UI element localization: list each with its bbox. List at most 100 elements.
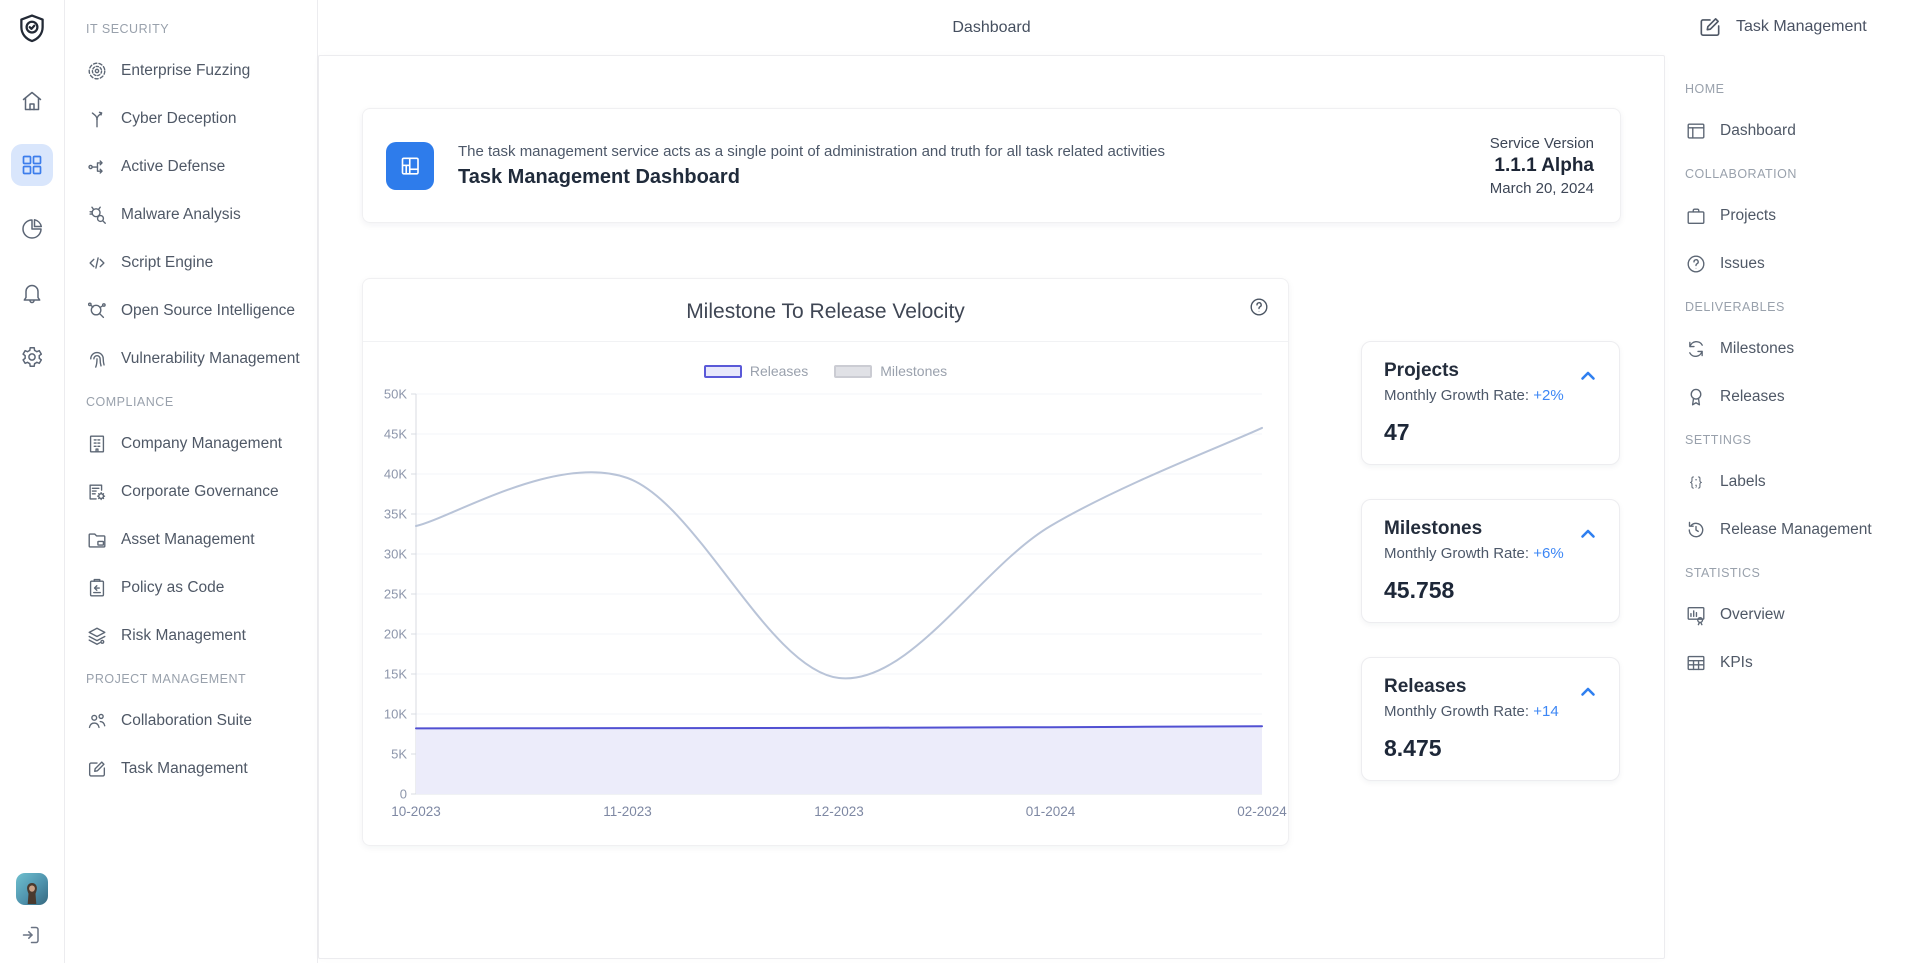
legend-item-releases[interactable]: Releases [704,363,808,379]
section-header: DELIVERABLES [1685,300,1912,314]
x-axis-tick-label: 10-2023 [391,804,441,819]
rail-bell-icon[interactable] [11,272,53,314]
growth-value: +14 [1533,703,1558,720]
sidebar-item-issues[interactable]: Issues [1685,252,1912,276]
chart-legend: Releases Milestones [363,363,1288,379]
sidebar-item-labels[interactable]: {;}Labels [1685,470,1912,494]
task-edit-icon [86,758,108,780]
y-axis-tick-label: 45K [384,427,407,442]
stat-card-value: 8.475 [1384,735,1599,762]
help-icon[interactable] [1248,296,1270,318]
legend-swatch [834,365,872,378]
sidebar-item-risk-management[interactable]: Risk Management [86,624,307,648]
nav-section-project-management: PROJECT MANAGEMENT Collaboration Suite Tas… [86,672,307,781]
rail-home-icon[interactable] [11,80,53,122]
sidebar-item-label: Enterprise Fuzzing [121,62,250,80]
sidebar-item-collaboration-suite[interactable]: Collaboration Suite [86,709,307,733]
svg-text:{;}: {;} [1690,474,1703,489]
table-icon [1685,652,1707,674]
sidebar-item-label: Open Source Intelligence [121,302,295,320]
rail-apps-icon[interactable] [11,144,53,186]
legend-item-milestones[interactable]: Milestones [834,363,947,379]
center-column: Dashboard The task management service ac… [318,0,1665,963]
sidebar-item-label: Milestones [1720,340,1794,358]
banner-title: Task Management Dashboard [458,166,1165,189]
stat-card-title: Milestones [1384,518,1599,540]
help-circle-icon [1685,253,1707,275]
sidebar-item-kpis[interactable]: KPIs [1685,651,1912,675]
chevron-up-icon[interactable] [1576,522,1600,546]
sidebar-item-cyber-deception[interactable]: Cyber Deception [86,107,307,131]
right-sidebar-header: Task Management [1697,14,1912,40]
sidebar-item-corporate-governance[interactable]: Corporate Governance [86,480,307,504]
sidebar-item-enterprise-fuzzing[interactable]: Enterprise Fuzzing [86,59,307,83]
sidebar-item-label: Releases [1720,388,1785,406]
dashboard-layout-icon [386,142,434,190]
sidebar-item-label: Vulnerability Management [121,350,300,368]
sidebar-item-overview[interactable]: Overview [1685,603,1912,627]
user-avatar[interactable] [16,873,48,905]
stat-card-title: Releases [1384,676,1599,698]
x-axis-tick-label: 11-2023 [603,804,652,819]
branch-icon [86,108,108,130]
legend-label: Milestones [880,363,947,379]
y-axis-tick-label: 30K [384,547,407,562]
route-icon [86,156,108,178]
sidebar-item-dashboard[interactable]: Dashboard [1685,119,1912,143]
rail-pie-icon[interactable] [11,208,53,250]
page-title: Dashboard [952,19,1030,37]
sidebar-item-label: KPIs [1720,654,1753,672]
sidebar-item-active-defense[interactable]: Active Defense [86,155,307,179]
sidebar-item-open-source-intelligence[interactable]: Open Source Intelligence [86,299,307,323]
sidebar-item-company-management[interactable]: Company Management [86,432,307,456]
service-version-block: Service Version 1.1.1 Alpha March 20, 20… [1490,135,1594,197]
sidebar-item-releases[interactable]: Releases [1685,385,1912,409]
chevron-up-icon[interactable] [1576,680,1600,704]
icon-rail [0,0,65,963]
rail-gear-icon[interactable] [11,336,53,378]
y-axis-tick-label: 25K [384,587,407,602]
sidebar-item-projects[interactable]: Projects [1685,204,1912,228]
sidebar-item-label: Projects [1720,207,1776,225]
sidebar-item-script-engine[interactable]: Script Engine [86,251,307,275]
sidebar-item-label: Dashboard [1720,122,1796,140]
x-axis-tick-label: 02-2024 [1237,804,1287,819]
clipboard-icon [86,577,108,599]
banner-description: The task management service acts as a si… [458,143,1165,160]
left-sidebar: IT SECURITYEnterprise FuzzingCyber Decep… [65,0,318,963]
nav-section-compliance: COMPLIANCECompany ManagementCorporate Go… [86,395,307,648]
stat-card-growth: Monthly Growth Rate: +2% [1384,387,1599,404]
rail-nav [11,80,53,378]
sidebar-item-release-management[interactable]: Release Management [1685,518,1912,542]
folder-icon [86,529,108,551]
window-icon [1685,120,1707,142]
sidebar-item-label: Overview [1720,606,1785,624]
legend-label: Releases [750,363,808,379]
x-axis-tick-label: 12-2023 [814,804,864,819]
sign-in-icon[interactable] [19,923,45,949]
nav-section-it-security: IT SECURITYEnterprise FuzzingCyber Decep… [86,22,307,371]
topbar: Dashboard [318,0,1665,55]
users-icon [86,710,108,732]
task-edit-icon [1697,14,1723,40]
sidebar-item-milestones[interactable]: Milestones [1685,337,1912,361]
sidebar-item-malware-analysis[interactable]: Malware Analysis [86,203,307,227]
right-sidebar-title: Task Management [1736,18,1867,36]
banner-text: The task management service acts as a si… [458,143,1165,189]
y-axis-tick-label: 15K [384,667,407,682]
stat-card-milestones: MilestonesMonthly Growth Rate: +6%45.758 [1361,499,1620,623]
sidebar-item-task-management[interactable]: Task Management [86,757,307,781]
y-axis-tick-label: 0 [400,787,407,802]
main-panel: The task management service acts as a si… [318,55,1665,959]
sidebar-item-policy-as-code[interactable]: Policy as Code [86,576,307,600]
releases-area [416,726,1262,794]
chevron-up-icon[interactable] [1576,364,1600,388]
stat-cards-column: ProjectsMonthly Growth Rate: +2%47Milest… [1361,278,1620,846]
sidebar-item-asset-management[interactable]: Asset Management [86,528,307,552]
presentation-icon [1685,604,1707,626]
section-header: PROJECT MANAGEMENT [86,672,307,686]
sidebar-item-label: Malware Analysis [121,206,241,224]
sidebar-item-vulnerability-management[interactable]: Vulnerability Management [86,347,307,371]
y-axis-tick-label: 40K [384,467,407,482]
layers-icon [86,625,108,647]
